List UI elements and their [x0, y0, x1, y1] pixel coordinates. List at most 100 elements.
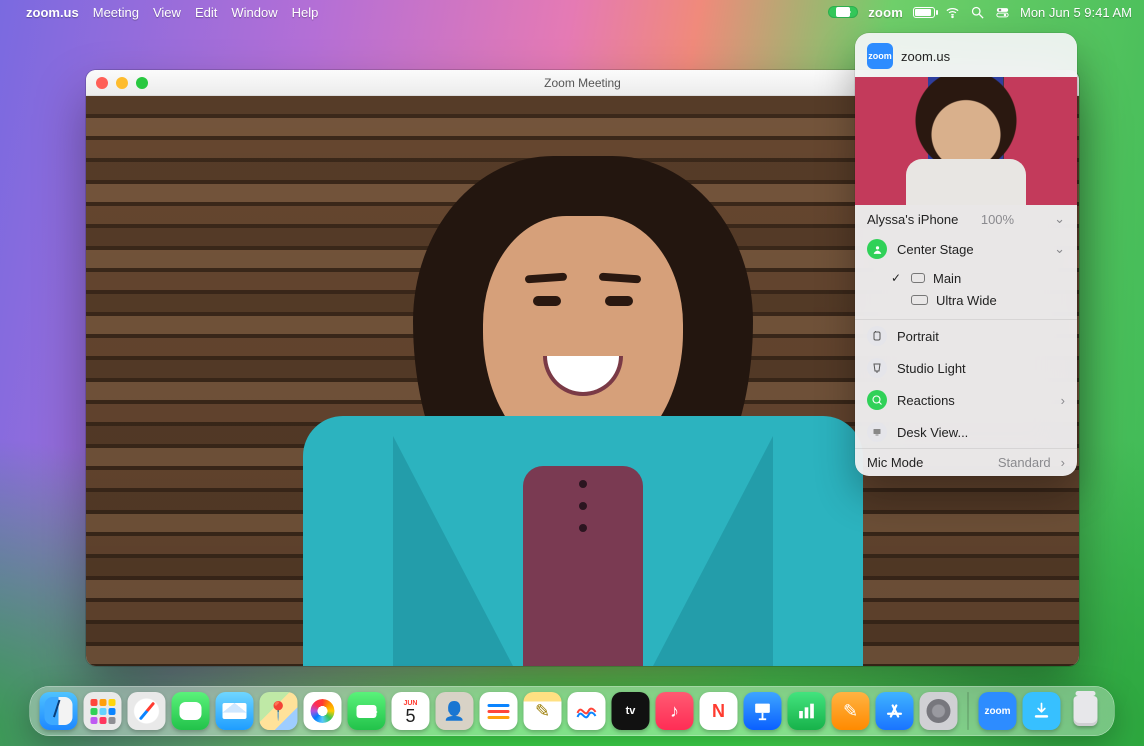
dock: 📍 JUN 5 👤 ✎ tv ♪ N ✎ zoom: [30, 686, 1115, 736]
news-icon: N: [712, 701, 725, 722]
downloads-icon: [1032, 701, 1052, 721]
dock-reminders[interactable]: [480, 692, 518, 730]
dock-freeform[interactable]: [568, 692, 606, 730]
center-stage-label: Center Stage: [897, 242, 1044, 257]
dock-messages[interactable]: [172, 692, 210, 730]
dock-facetime[interactable]: [348, 692, 386, 730]
spotlight-menu-extra[interactable]: [970, 5, 985, 20]
device-row[interactable]: Alyssa's iPhone 100% ⌄: [855, 205, 1077, 233]
photos-icon: [311, 699, 335, 723]
center-stage-icon: [867, 239, 887, 259]
wifi-menu-extra[interactable]: [945, 5, 960, 20]
dock-music[interactable]: ♪: [656, 692, 694, 730]
menu-bar: zoom.us Meeting View Edit Window Help zo…: [0, 0, 1144, 24]
studio-light-icon: [867, 358, 887, 378]
checkmark-icon: ✓: [889, 271, 903, 285]
dock-pages[interactable]: ✎: [832, 692, 870, 730]
lens-label: Ultra Wide: [936, 293, 997, 308]
mic-mode-row[interactable]: Mic Mode Standard ›: [855, 448, 1077, 476]
calendar-day: 5: [405, 707, 415, 725]
dock-downloads[interactable]: [1023, 692, 1061, 730]
dock-launchpad[interactable]: [84, 692, 122, 730]
reminders-icon: [488, 701, 510, 722]
dock-tv[interactable]: tv: [612, 692, 650, 730]
desk-view-label: Desk View...: [897, 425, 968, 440]
menu-help[interactable]: Help: [292, 5, 319, 20]
lens-icon: [911, 273, 925, 283]
datetime-menu-extra[interactable]: Mon Jun 5 9:41 AM: [1020, 5, 1132, 20]
camera-preview-thumbnail: [855, 77, 1077, 205]
panel-app-label: zoom.us: [901, 49, 950, 64]
launchpad-icon: [90, 699, 115, 724]
appstore-icon: [884, 700, 906, 722]
dock-mail[interactable]: [216, 692, 254, 730]
reactions-icon: [867, 390, 887, 410]
dock-calendar[interactable]: JUN 5: [392, 692, 430, 730]
chevron-down-icon: ⌄: [1054, 241, 1065, 257]
window-title: Zoom Meeting: [544, 76, 621, 90]
fullscreen-button[interactable]: [136, 77, 148, 89]
dock-photos[interactable]: [304, 692, 342, 730]
chevron-right-icon: ›: [1061, 455, 1065, 470]
notes-icon: ✎: [535, 701, 550, 722]
music-icon: ♪: [670, 701, 679, 722]
dock-appstore[interactable]: [876, 692, 914, 730]
reactions-row[interactable]: Reactions ›: [855, 384, 1077, 416]
video-effects-panel: zoom zoom.us Alyssa's iPhone 100% ⌄ Cent…: [855, 33, 1077, 476]
lens-wide-icon: [911, 295, 928, 305]
battery-menu-extra[interactable]: [913, 7, 935, 18]
trash-icon: [1074, 696, 1098, 726]
menu-edit[interactable]: Edit: [195, 5, 217, 20]
app-menu[interactable]: zoom.us: [26, 5, 79, 20]
safari-icon: [138, 702, 154, 721]
mic-mode-value: Standard: [998, 455, 1051, 470]
participant-illustration: [273, 146, 893, 666]
zoom-dock-icon: zoom: [984, 706, 1010, 717]
reactions-label: Reactions: [897, 393, 1051, 408]
dock-notes[interactable]: ✎: [524, 692, 562, 730]
dock-safari[interactable]: [128, 692, 166, 730]
dock-zoom[interactable]: zoom: [979, 692, 1017, 730]
zoom-menu-extra[interactable]: zoom: [868, 5, 903, 20]
portrait-row[interactable]: Portrait: [855, 319, 1077, 352]
dock-trash[interactable]: [1067, 692, 1105, 730]
maps-icon: 📍: [267, 701, 289, 722]
chevron-down-icon: ⌄: [1054, 211, 1065, 227]
dock-keynote[interactable]: [744, 692, 782, 730]
contacts-icon: 👤: [443, 701, 465, 722]
menu-meeting[interactable]: Meeting: [93, 5, 139, 20]
dock-maps[interactable]: 📍: [260, 692, 298, 730]
dock-divider: [968, 692, 969, 730]
lens-option-main[interactable]: ✓ Main: [867, 267, 1065, 289]
studio-light-row[interactable]: Studio Light: [855, 352, 1077, 384]
dock-finder[interactable]: [40, 692, 78, 730]
portrait-icon: [867, 326, 887, 346]
mail-icon: [223, 703, 247, 719]
messages-icon: [180, 702, 202, 720]
desk-view-row[interactable]: Desk View...: [855, 416, 1077, 448]
freeform-icon: [575, 699, 599, 723]
chevron-right-icon: ›: [1061, 393, 1065, 408]
menu-view[interactable]: View: [153, 5, 181, 20]
dock-settings[interactable]: [920, 692, 958, 730]
zoom-app-icon: zoom: [867, 43, 893, 69]
device-battery: 100%: [981, 212, 1014, 227]
studio-light-label: Studio Light: [897, 361, 966, 376]
minimize-button[interactable]: [116, 77, 128, 89]
dock-numbers[interactable]: [788, 692, 826, 730]
control-center-menu-extra[interactable]: [995, 5, 1010, 20]
pages-icon: ✎: [843, 701, 858, 722]
keynote-icon: [752, 700, 774, 722]
dock-news[interactable]: N: [700, 692, 738, 730]
camera-icon: [836, 7, 850, 17]
center-stage-row[interactable]: Center Stage ⌄: [855, 233, 1077, 265]
menu-window[interactable]: Window: [231, 5, 277, 20]
window-traffic-lights: [96, 77, 148, 89]
lens-option-ultra-wide[interactable]: Ultra Wide: [867, 289, 1065, 311]
close-button[interactable]: [96, 77, 108, 89]
finder-icon: [45, 697, 73, 725]
facetime-icon: [357, 705, 377, 718]
settings-icon: [927, 699, 951, 723]
zoom-recording-pill[interactable]: [828, 6, 858, 18]
dock-contacts[interactable]: 👤: [436, 692, 474, 730]
